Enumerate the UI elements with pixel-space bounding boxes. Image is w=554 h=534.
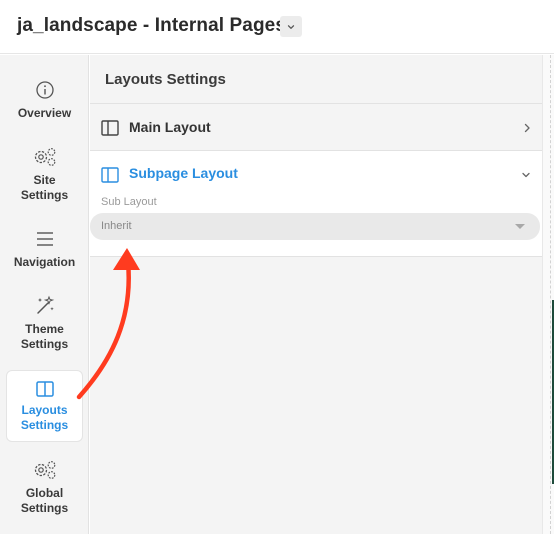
magic-wand-icon	[34, 295, 56, 317]
layouts-settings-panel: Layouts Settings Main Layout Subpage Lay…	[90, 55, 542, 534]
chevron-down-icon	[520, 167, 532, 185]
sidebar-item-overview[interactable]: Overview	[6, 79, 83, 121]
preview-strip	[542, 55, 554, 534]
info-icon	[35, 79, 55, 101]
sidebar-item-label: Navigation	[13, 255, 76, 269]
hamburger-menu-icon	[35, 228, 55, 250]
row-label: Subpage Layout	[129, 165, 238, 181]
layout-columns-icon	[35, 378, 55, 400]
sub-layout-select[interactable]: Inherit	[90, 213, 540, 240]
sub-layout-value: Inherit	[101, 220, 132, 232]
sidebar-item-label: Layouts Settings	[20, 403, 69, 432]
sidebar-item-label: Site Settings	[20, 173, 69, 202]
subpage-layout-row[interactable]: Subpage Layout Sub Layout Inherit	[90, 151, 542, 257]
title-dropdown-button[interactable]	[280, 16, 302, 37]
sidebar-item-layouts-settings[interactable]: Layouts Settings	[6, 370, 83, 442]
caret-down-icon	[515, 224, 525, 229]
chevron-down-icon	[287, 24, 295, 29]
page-title: ja_landscape - Internal Pages	[17, 15, 287, 36]
sidebar-item-global-settings[interactable]: Global Settings	[6, 459, 83, 516]
sidebar-item-navigation[interactable]: Navigation	[6, 228, 83, 270]
main-layout-row[interactable]: Main Layout	[90, 103, 542, 151]
sidebar-item-label: Theme Settings	[20, 322, 69, 351]
panel-heading: Layouts Settings	[105, 71, 226, 88]
sidebar-item-theme-settings[interactable]: Theme Settings	[6, 295, 83, 352]
sidebar: Overview Site Settings Navigation Theme …	[0, 55, 89, 534]
sub-layout-label: Sub Layout	[101, 196, 157, 208]
page-header: ja_landscape - Internal Pages	[0, 0, 554, 54]
dashed-divider	[550, 55, 551, 534]
layout-columns-icon	[101, 167, 119, 188]
sidebar-item-site-settings[interactable]: Site Settings	[6, 146, 83, 203]
layout-columns-icon	[101, 120, 119, 141]
sidebar-item-label: Global Settings	[20, 486, 69, 515]
gears-icon	[32, 459, 58, 481]
gears-icon	[32, 146, 58, 168]
row-label: Main Layout	[129, 119, 211, 135]
sidebar-item-label: Overview	[17, 106, 72, 120]
chevron-right-icon	[522, 121, 532, 139]
